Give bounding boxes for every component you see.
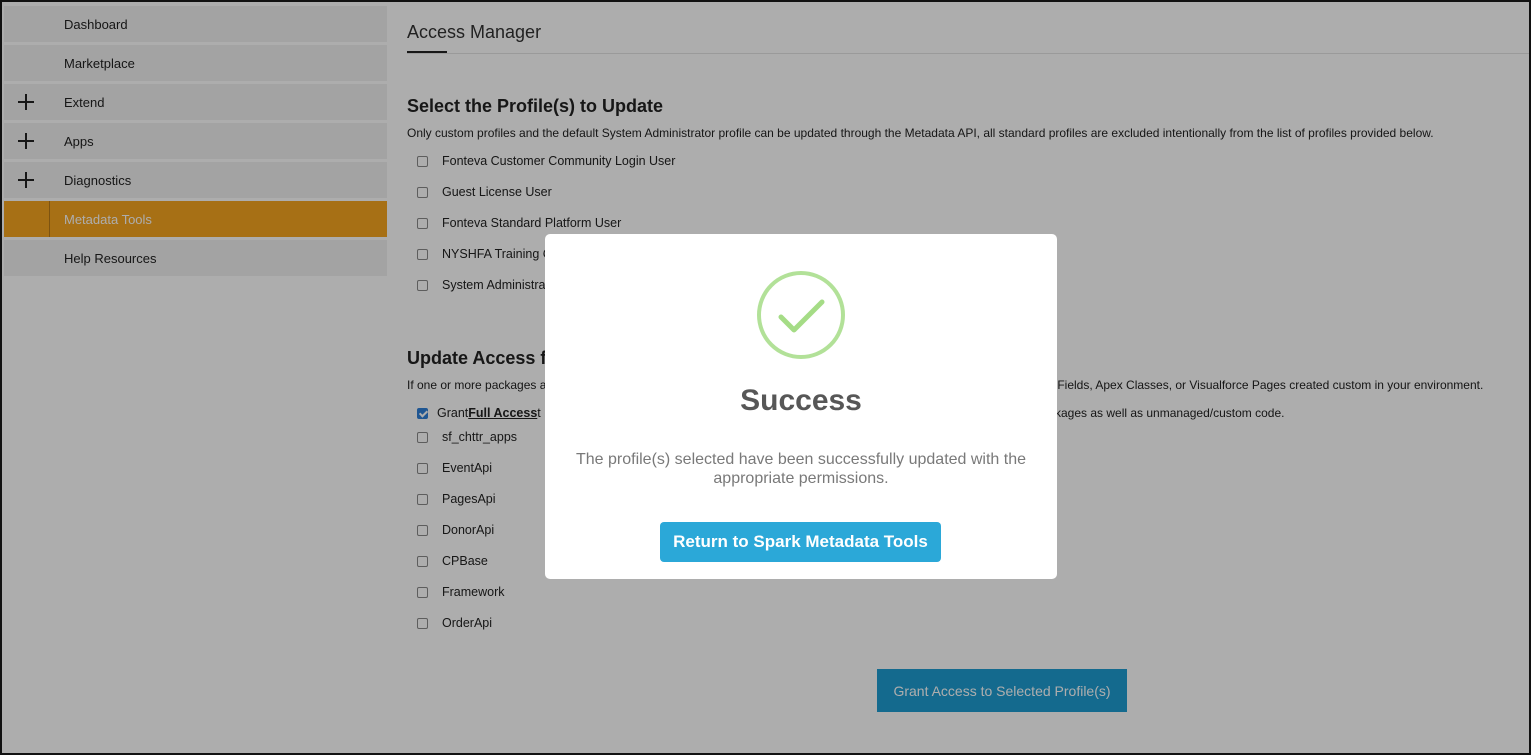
success-modal: Success The profile(s) selected have bee… [545, 234, 1057, 579]
modal-message: The profile(s) selected have been succes… [575, 451, 1027, 487]
checkmark-circle-icon [757, 271, 845, 359]
app-frame: Dashboard Marketplace Extend Apps Diagno… [0, 0, 1531, 755]
return-to-metadata-tools-button[interactable]: Return to Spark Metadata Tools [660, 522, 941, 562]
modal-title: Success [740, 384, 862, 417]
